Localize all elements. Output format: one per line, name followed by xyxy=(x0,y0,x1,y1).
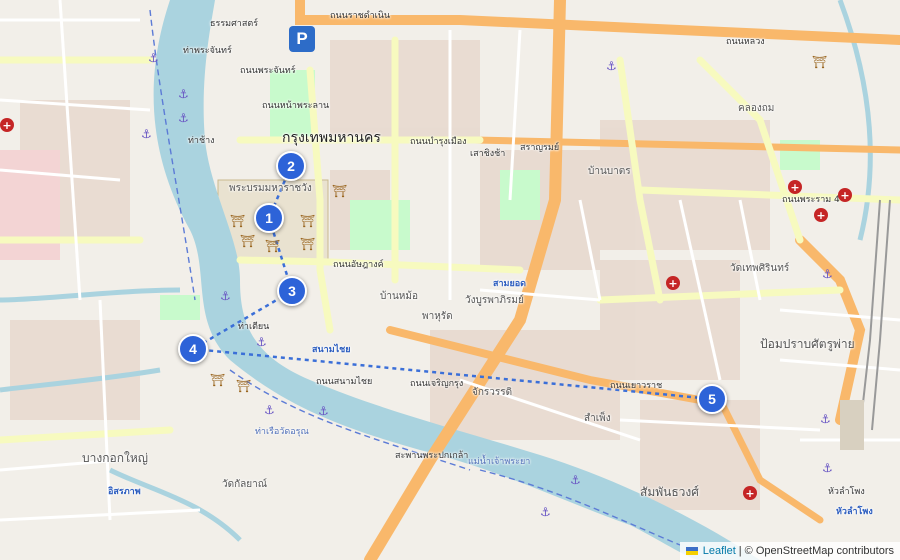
tha-chang-label: ท่าช้าง xyxy=(188,136,215,146)
ban-bat-label: บ้านบาตร xyxy=(588,166,631,177)
map-attribution: Leaflet | © OpenStreetMap contributors xyxy=(679,542,900,560)
route-marker-1[interactable]: 1 xyxy=(254,203,284,233)
saphan-phut-label: สะพานพระปกเกล้า xyxy=(395,451,469,461)
temple-icon[interactable]: ⛩ xyxy=(332,185,347,197)
palace-label: พระบรมมหาราชวัง xyxy=(229,183,312,194)
ferry-anchor-icon[interactable]: ⚓ xyxy=(822,268,833,280)
hua-lamphong-station-label: หัวลำโพง xyxy=(836,507,873,517)
temple-icon[interactable]: ⛩ xyxy=(240,235,255,247)
ferry-anchor-icon[interactable]: ⚓ xyxy=(820,413,831,425)
ferry-anchor-icon[interactable]: ⚓ xyxy=(606,60,617,72)
route-marker-2[interactable]: 2 xyxy=(276,151,306,181)
attribution-separator: | xyxy=(738,545,742,557)
osm-copyright[interactable]: © OpenStreetMap contributors xyxy=(745,545,894,557)
ferry-anchor-icon[interactable]: ⚓ xyxy=(178,112,189,124)
mahathat-label: ธรรมศาสตร์ xyxy=(210,19,259,29)
ferry-anchor-icon[interactable]: ⚓ xyxy=(256,336,267,348)
temple-icon[interactable]: ⛩ xyxy=(265,240,280,252)
ferry-anchor-icon[interactable]: ⚓ xyxy=(264,404,275,416)
parking-icon[interactable]: P xyxy=(289,26,315,52)
temple-icon[interactable]: ⛩ xyxy=(236,380,251,392)
thanon-phra-chan-label: ถนนพระจันทร์ xyxy=(240,66,296,76)
route-marker-3[interactable]: 3 xyxy=(277,276,307,306)
route-marker-5[interactable]: 5 xyxy=(697,384,727,414)
bangkok-yai-label: บางกอกใหญ่ xyxy=(82,451,148,465)
samphanthawong-label: สัมพันธวงศ์ xyxy=(640,485,699,499)
ukraine-flag-icon xyxy=(685,547,698,555)
thanon-luang-label: ถนนหลวง xyxy=(726,37,765,47)
khlong-thom-label: คลองถม xyxy=(738,103,775,114)
chakkrawat-label: จักรวรรดิ xyxy=(472,387,513,398)
sam-yot-label: สามยอด xyxy=(493,279,527,289)
ferry-anchor-icon[interactable]: ⚓ xyxy=(570,474,581,486)
hua-lamphong-label: หัวลำโพง xyxy=(828,487,865,497)
na-phra-lan-label: ถนนหน้าพระลาน xyxy=(262,101,330,111)
ferry-anchor-icon[interactable]: ⚓ xyxy=(148,52,159,64)
hospital-icon[interactable]: + xyxy=(743,486,757,500)
ban-mo-label: บ้านหม้อ xyxy=(380,291,418,302)
bamrung-mueang-label: ถนนบำรุงเมือง xyxy=(410,137,467,147)
bangkok-label: กรุงเทพมหานคร xyxy=(282,130,381,146)
tha-tien-label: ท่าเตียน xyxy=(238,322,270,332)
map-view[interactable]: กรุงเทพมหานคร ท่าพระจันทร์ ถนนพระจันทร์ … xyxy=(0,0,900,560)
route-line xyxy=(189,165,713,401)
pahurat-label: พาหุรัด xyxy=(422,311,453,322)
temple-icon[interactable]: ⛩ xyxy=(300,215,315,227)
saochingcha-label: เสาชิงช้า xyxy=(470,149,506,159)
ferry-anchor-icon[interactable]: ⚓ xyxy=(141,128,152,140)
temple-icon[interactable]: ⛩ xyxy=(300,238,315,250)
leaflet-link[interactable]: Leaflet xyxy=(703,545,736,557)
hospital-icon[interactable]: + xyxy=(788,180,802,194)
sanam-chai-road-label: ถนนสนามไชย xyxy=(316,377,373,387)
ratchadamnoen-label: ถนนราชดำเนิน xyxy=(330,11,391,21)
saranrom-label: สราญรมย์ xyxy=(520,143,560,153)
yaowarat-label: ถนนเยาวราช xyxy=(610,381,663,391)
hospital-icon[interactable]: + xyxy=(0,118,14,132)
route-marker-4[interactable]: 4 xyxy=(178,334,208,364)
route-layer xyxy=(189,165,713,401)
ferry-anchor-icon[interactable]: ⚓ xyxy=(220,290,231,302)
sanam-chai-station-label: สนามไชย xyxy=(312,345,351,355)
wang-burapha-label: วังบูรพาภิรมย์ xyxy=(465,295,524,306)
temple-icon[interactable]: ⛩ xyxy=(230,215,245,227)
ferry-anchor-icon[interactable]: ⚓ xyxy=(540,506,551,518)
wat-arun-pier-label: ท่าเรือวัดอรุณ xyxy=(255,427,309,437)
wat-thep-sirin-label: วัดเทพศิรินทร์ xyxy=(730,263,790,274)
hospital-icon[interactable]: + xyxy=(838,188,852,202)
ferry-anchor-icon[interactable]: ⚓ xyxy=(822,462,833,474)
tha-phra-chan-label: ท่าพระจันทร์ xyxy=(183,46,232,56)
river-label: แม่น้ำเจ้าพระยา xyxy=(468,457,531,467)
temple-icon[interactable]: ⛩ xyxy=(210,374,225,386)
charoen-krung-label: ถนนเจริญกรุง xyxy=(410,379,464,389)
atsadang-label: ถนนอัษฎางค์ xyxy=(333,260,384,270)
hospital-icon[interactable]: + xyxy=(814,208,828,222)
ferry-anchor-icon[interactable]: ⚓ xyxy=(318,405,329,417)
temple-icon[interactable]: ⛩ xyxy=(812,56,827,68)
hospital-icon[interactable]: + xyxy=(666,276,680,290)
ferry-anchor-icon[interactable]: ⚓ xyxy=(178,88,189,100)
itsaraphap-label: อิสรภาพ xyxy=(108,487,141,497)
sampheng-label: สำเพ็ง xyxy=(584,413,611,424)
wat-kalayanamit-label: วัดกัลยาณ์ xyxy=(222,479,268,490)
rama4-label: ถนนพระราม 4 xyxy=(782,195,840,205)
pom-prap-label: ป้อมปราบศัตรูพ่าย xyxy=(760,337,855,351)
